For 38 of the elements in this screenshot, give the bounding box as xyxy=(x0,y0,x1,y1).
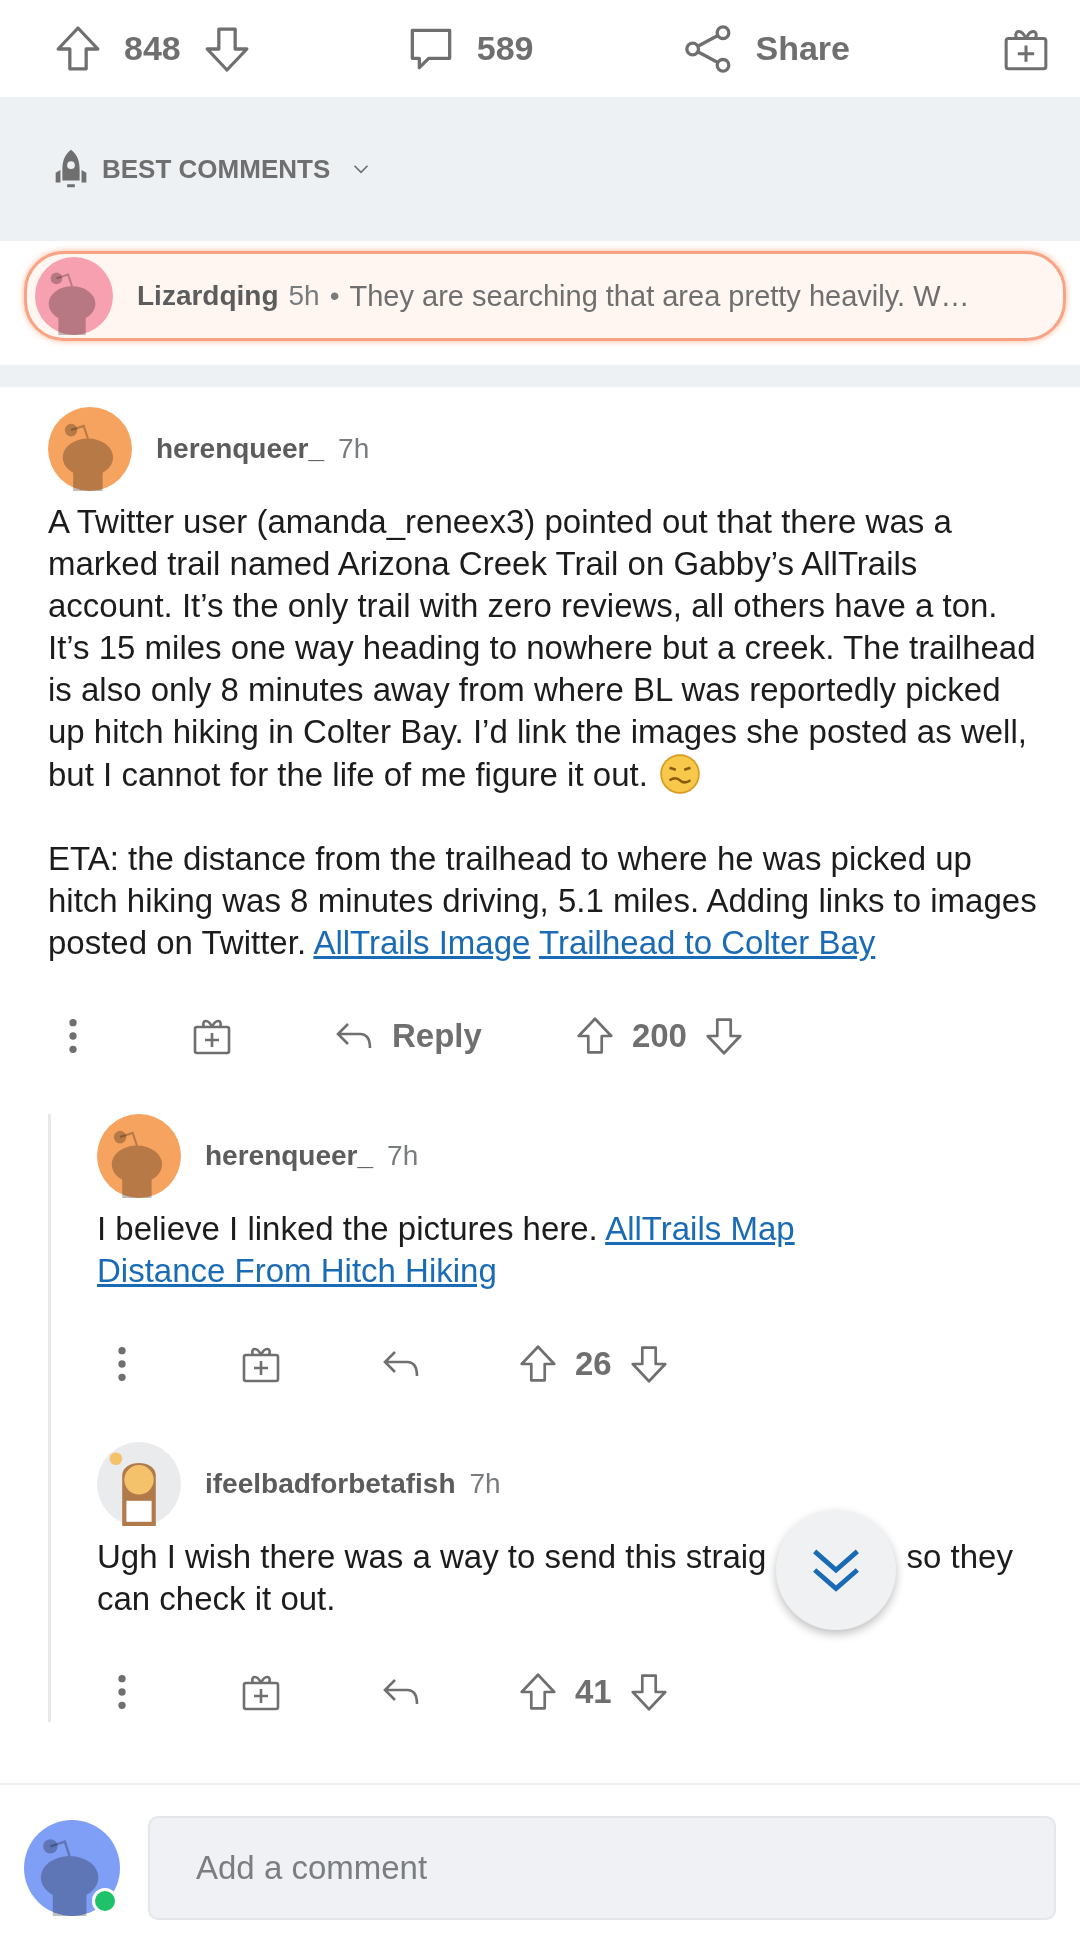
comment-count: 589 xyxy=(476,29,534,68)
more-icon[interactable] xyxy=(117,1344,127,1384)
timestamp: 5h xyxy=(288,280,320,312)
comment-text: Ugh I wish there was a way to send this straig so they can check it out. xyxy=(97,1536,1040,1620)
timestamp: 7h xyxy=(469,1468,501,1500)
pinned-comment[interactable]: Lizardqing 5h • They are searching that area pretty heavily. W… xyxy=(24,251,1066,341)
user-avatar[interactable] xyxy=(48,407,132,491)
vote-count: 26 xyxy=(575,1345,612,1383)
scroll-down-button[interactable] xyxy=(776,1510,897,1630)
username[interactable]: herenqueer_ xyxy=(205,1140,374,1172)
user-avatar[interactable] xyxy=(97,1114,181,1198)
more-icon[interactable] xyxy=(68,1016,78,1056)
link[interactable]: AllTrails Map xyxy=(605,1210,795,1247)
comment-text: ETA: the distance from the trailhead to where he was picked up hitch hiking was 8 minutes driving, 5.1 miles. Adding links to images posted on Twitter. AllTrails Image Trailhead to Colter Bay xyxy=(48,839,1038,963)
vote-count: 41 xyxy=(575,1673,612,1711)
comment-text: A Twitter user (amanda_reneex3) pointed out that there was a marked trail named Arizona Creek Trail on Gabby’s AllTrails account. It’s the only trail with zero reviews, all others have a ton. It’s 15 miles one way heading to nowhere but a creek. The trailhead is also only 8 minutes away from where BL was reportedly picked up hitch hiking in Colter Bay. I’d link the images she posted as well, but I cannot for the life of me figure it out. xyxy=(48,502,1037,796)
reply-button[interactable]: Reply xyxy=(330,1012,482,1060)
user-avatar[interactable] xyxy=(24,1820,120,1916)
username[interactable]: herenqueer_ xyxy=(156,433,325,465)
more-icon[interactable] xyxy=(117,1672,127,1712)
comment-text: I believe I linked the pictures here. AllTrails Map Distance From Hitch Hiking xyxy=(97,1209,796,1291)
username: Lizardqing xyxy=(137,280,279,312)
link[interactable]: Distance From Hitch Hiking xyxy=(97,1252,497,1289)
timestamp: 7h xyxy=(338,433,370,465)
comment-field[interactable]: Add a comment xyxy=(148,1816,1056,1920)
comment-preview: They are searching that area pretty heavily. W… xyxy=(349,279,970,313)
user-avatar[interactable] xyxy=(97,1442,181,1526)
share-button[interactable]: Share xyxy=(681,20,850,77)
separator-dot: • xyxy=(329,280,340,312)
emoji-icon xyxy=(659,753,701,795)
vote-count: 200 xyxy=(631,1017,687,1055)
timestamp: 7h xyxy=(387,1140,419,1172)
user-avatar[interactable] xyxy=(35,257,113,335)
vote-count: 848 xyxy=(124,29,181,68)
link[interactable]: AllTrails Image xyxy=(313,924,531,961)
sort-button[interactable]: BEST COMMENTS xyxy=(48,146,375,192)
link[interactable]: Trailhead to Colter Bay xyxy=(539,924,876,961)
username[interactable]: ifeelbadforbetafish xyxy=(205,1468,456,1500)
